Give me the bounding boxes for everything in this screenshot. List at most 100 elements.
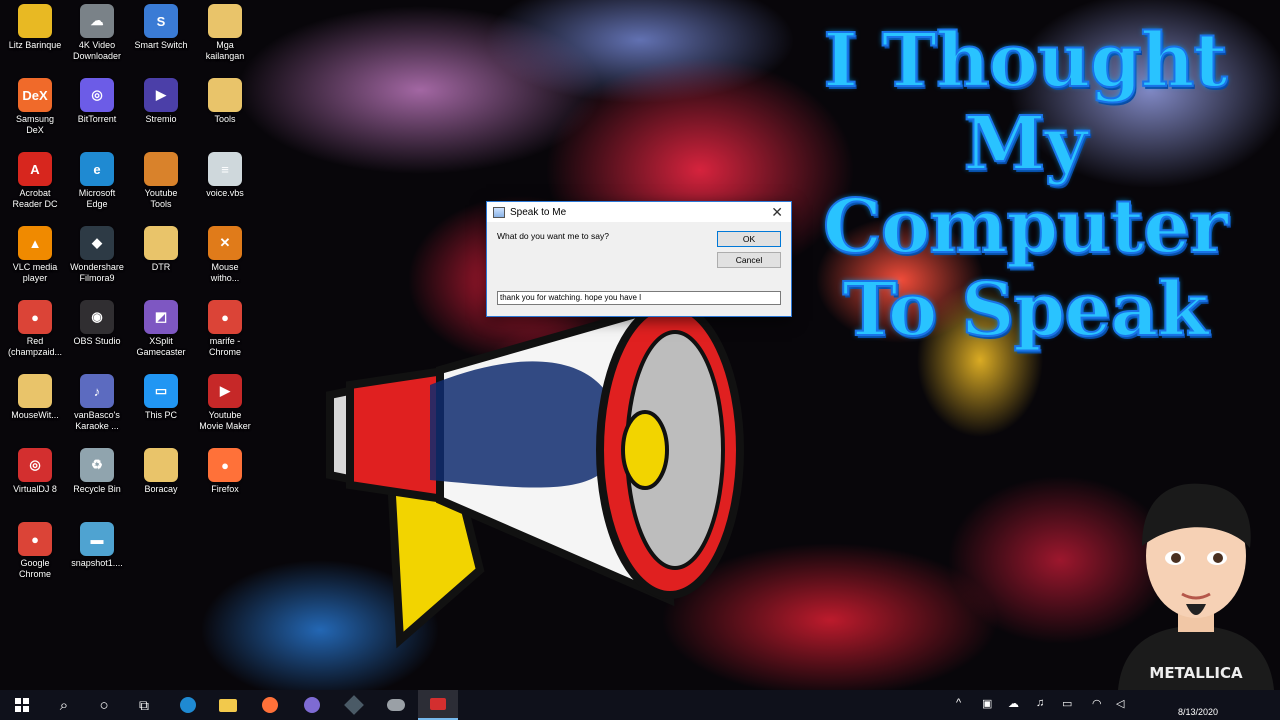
speak-to-me-dialog: Speak to Me ✕ What do you want me to say… <box>486 201 792 317</box>
folder-icon <box>208 78 242 112</box>
desktop-icon-25[interactable]: ♻ Recycle Bin <box>62 444 132 495</box>
desktop-icon-label: Mouse witho... <box>210 262 240 283</box>
desktop-icon-label: Mga kailangan <box>205 40 245 61</box>
megaphone-graphic <box>326 301 744 649</box>
desktop-icon-4[interactable]: DeX Samsung DeX <box>0 74 70 136</box>
desktop-icon-14[interactable]: DTR <box>126 222 196 273</box>
dialog-titlebar[interactable]: Speak to Me ✕ <box>487 202 791 222</box>
desktop-icon-29[interactable]: ▬ snapshot1.... <box>62 518 132 569</box>
desktop-icon-label: 4K Video Downloader <box>72 40 122 61</box>
desktop-icon-label: Google Chrome <box>18 558 51 579</box>
edge-icon: e <box>80 152 114 186</box>
taskbar-recorder[interactable] <box>418 690 458 720</box>
taskbar-date[interactable]: 8/13/2020 <box>1178 707 1218 717</box>
close-icon[interactable]: ✕ <box>771 204 783 221</box>
desktop-icon-27[interactable]: ● Firefox <box>190 444 260 495</box>
desktop-icon-5[interactable]: ◎ BitTorrent <box>62 74 132 125</box>
acrobat-icon: A <box>18 152 52 186</box>
desktop-icon-24[interactable]: ◎ VirtualDJ 8 <box>0 444 70 495</box>
tray-microphone-icon[interactable]: ♫ <box>1036 697 1044 709</box>
mouse-without-borders-icon: ✕ <box>208 226 242 260</box>
tray-onedrive-icon[interactable]: ☁ <box>1008 697 1019 710</box>
headline-line-3: Computer <box>822 183 1229 270</box>
ok-button[interactable]: OK <box>717 231 781 247</box>
desktop-icon-label: voice.vbs <box>206 188 244 198</box>
image-file-icon: ▬ <box>80 522 114 556</box>
desktop-icon-10[interactable]: Youtube Tools <box>126 148 196 210</box>
desktop-icon-15[interactable]: ✕ Mouse witho... <box>190 222 260 284</box>
taskbar-4k-downloader[interactable] <box>376 690 416 720</box>
desktop-icon-label: marife - Chrome <box>208 336 241 357</box>
desktop-icon-11[interactable]: ≡ voice.vbs <box>190 148 260 199</box>
taskbar-edge[interactable] <box>168 690 208 720</box>
search-icon[interactable]: ⌕ <box>44 690 84 720</box>
desktop-icon-21[interactable]: ♪ vanBasco's Karaoke ... <box>62 370 132 432</box>
desktop-icon-label: Boracay <box>144 484 178 494</box>
desktop-icon-9[interactable]: e Microsoft Edge <box>62 148 132 210</box>
chrome-icon: ● <box>18 522 52 556</box>
desktop-icon-7[interactable]: Tools <box>190 74 260 125</box>
desktop-icon-23[interactable]: ▶ Youtube Movie Maker <box>190 370 260 432</box>
desktop-icon-label: Samsung DeX <box>15 114 55 135</box>
desktop-icon-label: Stremio <box>145 114 177 124</box>
recorder-icon <box>430 698 446 710</box>
desktop-icon-28[interactable]: ● Google Chrome <box>0 518 70 580</box>
tray-display-icon[interactable]: ▣ <box>982 697 992 710</box>
tray-volume-icon[interactable]: ◁ <box>1116 697 1124 710</box>
desktop-icon-22[interactable]: ▭ This PC <box>126 370 196 421</box>
taskbar-firefox[interactable] <box>250 690 290 720</box>
taskbar-filmora[interactable] <box>334 690 374 720</box>
desktop-icon-label: Litz Barinque <box>8 40 62 50</box>
desktop-icon-8[interactable]: A Acrobat Reader DC <box>0 148 70 210</box>
desktop-icon-26[interactable]: Boracay <box>126 444 196 495</box>
xsplit-icon: ◩ <box>144 300 178 334</box>
tray-wifi-icon[interactable]: ◠ <box>1092 697 1102 710</box>
tray-chevron-icon[interactable]: ^ <box>956 697 961 709</box>
obs-icon: ◉ <box>80 300 114 334</box>
stremio-icon: ▶ <box>144 78 178 112</box>
cloud-download-icon <box>387 699 405 711</box>
desktop-icon-1[interactable]: ☁ 4K Video Downloader <box>62 0 132 62</box>
vlc-icon: ▲ <box>18 226 52 260</box>
start-button[interactable] <box>2 690 42 720</box>
task-view-icon[interactable]: ⧉ <box>124 690 164 720</box>
taskbar-file-explorer[interactable] <box>208 690 248 720</box>
filmora-icon: ◆ <box>80 226 114 260</box>
headline-line-1: I Thought <box>822 18 1228 104</box>
speech-text-input[interactable]: thank you for watching. hope you have l <box>497 291 781 305</box>
desktop-icon-17[interactable]: ◉ OBS Studio <box>62 296 132 347</box>
cancel-button[interactable]: Cancel <box>717 252 781 268</box>
desktop-icon-16[interactable]: ● Red (champzaid... <box>0 296 70 358</box>
firefox-icon <box>262 697 278 713</box>
desktop-icon-0[interactable]: Litz Barinque <box>0 0 70 51</box>
chrome-icon: ● <box>18 300 52 334</box>
windows-icon <box>15 698 29 712</box>
megaphone-icon <box>326 301 744 649</box>
headline-line-2: My <box>963 100 1089 187</box>
desktop-icon-label: Red (champzaid... <box>7 336 63 357</box>
desktop-icon-6[interactable]: ▶ Stremio <box>126 74 196 125</box>
desktop-icon-label: OBS Studio <box>73 336 121 346</box>
cortana-icon[interactable]: ○ <box>84 690 124 720</box>
desktop-icon-3[interactable]: Mga kailangan <box>190 0 260 62</box>
desktop-icon-label: vanBasco's Karaoke ... <box>74 410 120 431</box>
desktop-icon-13[interactable]: ◆ Wondershare Filmora9 <box>62 222 132 284</box>
desktop-icon-19[interactable]: ● marife - Chrome <box>190 296 260 358</box>
chrome-icon: ● <box>208 300 242 334</box>
folder-icon <box>208 4 242 38</box>
desktop-icon-label: Recycle Bin <box>73 484 121 494</box>
karaoke-icon: ♪ <box>80 374 114 408</box>
desktop-icon-20[interactable]: MouseWit... <box>0 370 70 421</box>
desktop-icon-12[interactable]: ▲ VLC media player <box>0 222 70 284</box>
headline-line-4: To Speak <box>841 266 1209 353</box>
computer-icon: ▭ <box>144 374 178 408</box>
taskbar-bittorrent[interactable] <box>292 690 332 720</box>
desktop-icon-2[interactable]: S Smart Switch <box>126 0 196 51</box>
desktop-icon-label: Smart Switch <box>134 40 188 50</box>
virtualdj-icon: ◎ <box>18 448 52 482</box>
bittorrent-icon <box>304 697 320 713</box>
desktop-icon-label: MouseWit... <box>11 410 59 420</box>
dialog-title: Speak to Me <box>510 206 567 218</box>
tray-battery-icon[interactable]: ▭ <box>1062 697 1072 710</box>
desktop-icon-18[interactable]: ◩ XSplit Gamecaster <box>126 296 196 358</box>
